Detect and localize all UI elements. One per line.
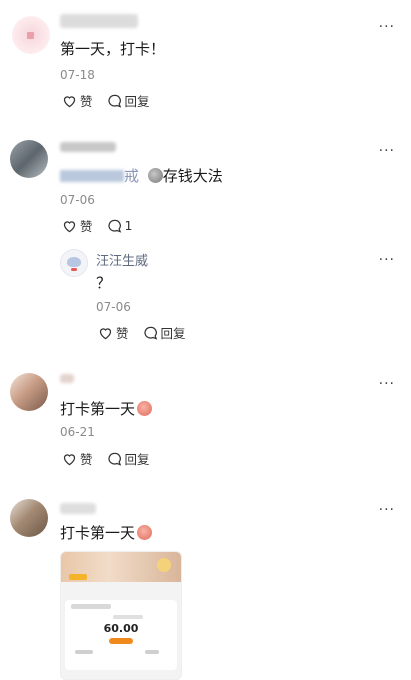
comment-image[interactable]: 60.00 [60, 551, 182, 680]
comment-bubble-icon [143, 326, 157, 340]
emoji-icon [137, 525, 153, 540]
reply-date: 07-06 [96, 300, 131, 314]
comment-actions: 赞 回复 [62, 91, 150, 110]
comment-3: ··· 打卡第一天 06-21 赞 回复 [0, 365, 411, 485]
reply-button[interactable]: 回复 [107, 91, 150, 110]
sticker-text: 存钱大法 [162, 167, 223, 185]
like-button[interactable]: 赞 [98, 323, 129, 342]
comment-bubble-icon [107, 452, 121, 466]
like-button[interactable]: 赞 [62, 449, 93, 468]
comment-text-main: 打卡第一天 [60, 524, 136, 542]
comment-bubble-icon [107, 219, 121, 233]
heart-icon [99, 327, 112, 339]
comment-text: 打卡第一天 [60, 522, 153, 543]
reply-count: 1 [124, 218, 133, 233]
username-blurred[interactable] [60, 14, 138, 28]
emoji-icon [137, 401, 153, 416]
avatar[interactable] [10, 140, 48, 178]
comment-text-main: 打卡第一天 [60, 400, 136, 418]
reply-button[interactable]: 1 [107, 216, 133, 235]
reply-button[interactable]: 回复 [143, 323, 186, 342]
amount-value: 60.00 [103, 622, 139, 635]
comment-text-suffix: 戒 [124, 167, 140, 185]
comment-2: ··· 戒 存钱大法 07-06 赞 1 汪汪生威 ··· ？ 07-06 赞 [0, 120, 411, 365]
like-label: 赞 [116, 326, 129, 341]
like-label: 赞 [80, 219, 93, 234]
comment-date: 07-18 [60, 68, 95, 82]
comment-actions: 赞 1 [62, 216, 132, 235]
more-options-icon[interactable]: ··· [379, 144, 395, 158]
reply-label: 回复 [124, 94, 150, 109]
comment-text: 戒 存钱大法 [60, 165, 223, 186]
more-options-icon[interactable]: ··· [379, 503, 395, 517]
comment-1: ··· 第一天，打卡！ 07-18 赞 回复 [0, 0, 411, 120]
avatar[interactable] [12, 16, 50, 54]
heart-icon [63, 220, 76, 232]
username-blurred[interactable] [60, 503, 96, 514]
comment-bubble-icon [107, 94, 121, 108]
heart-icon [63, 453, 76, 465]
nested-reply: 汪汪生威 ··· ？ 07-06 赞 回复 [0, 244, 411, 344]
comment-actions: 赞 回复 [62, 449, 150, 468]
comment-date: 06-21 [60, 425, 95, 439]
more-options-icon[interactable]: ··· [379, 253, 395, 267]
like-button[interactable]: 赞 [62, 91, 93, 110]
heart-icon [63, 95, 76, 107]
username-blurred[interactable] [60, 142, 116, 152]
more-options-icon[interactable]: ··· [379, 377, 395, 391]
avatar[interactable] [10, 499, 48, 537]
reply-button[interactable]: 回复 [107, 449, 150, 468]
more-options-icon[interactable]: ··· [379, 20, 395, 34]
reply-actions: 赞 回复 [98, 323, 186, 342]
reply-label: 回复 [124, 452, 150, 467]
comment-text: 打卡第一天 [60, 398, 153, 419]
comment-date: 07-06 [60, 193, 95, 207]
username-blurred[interactable] [60, 374, 74, 383]
reply-text: ？ [96, 274, 112, 292]
comment-text: 第一天，打卡！ [60, 40, 166, 58]
avatar[interactable] [10, 373, 48, 411]
avatar[interactable] [60, 249, 88, 277]
like-label: 赞 [80, 94, 93, 109]
like-button[interactable]: 赞 [62, 216, 93, 235]
reply-username[interactable]: 汪汪生威 [96, 250, 148, 269]
reply-label: 回复 [160, 326, 186, 341]
like-label: 赞 [80, 452, 93, 467]
sticker-icon [147, 168, 163, 183]
blurred-text [60, 170, 124, 182]
